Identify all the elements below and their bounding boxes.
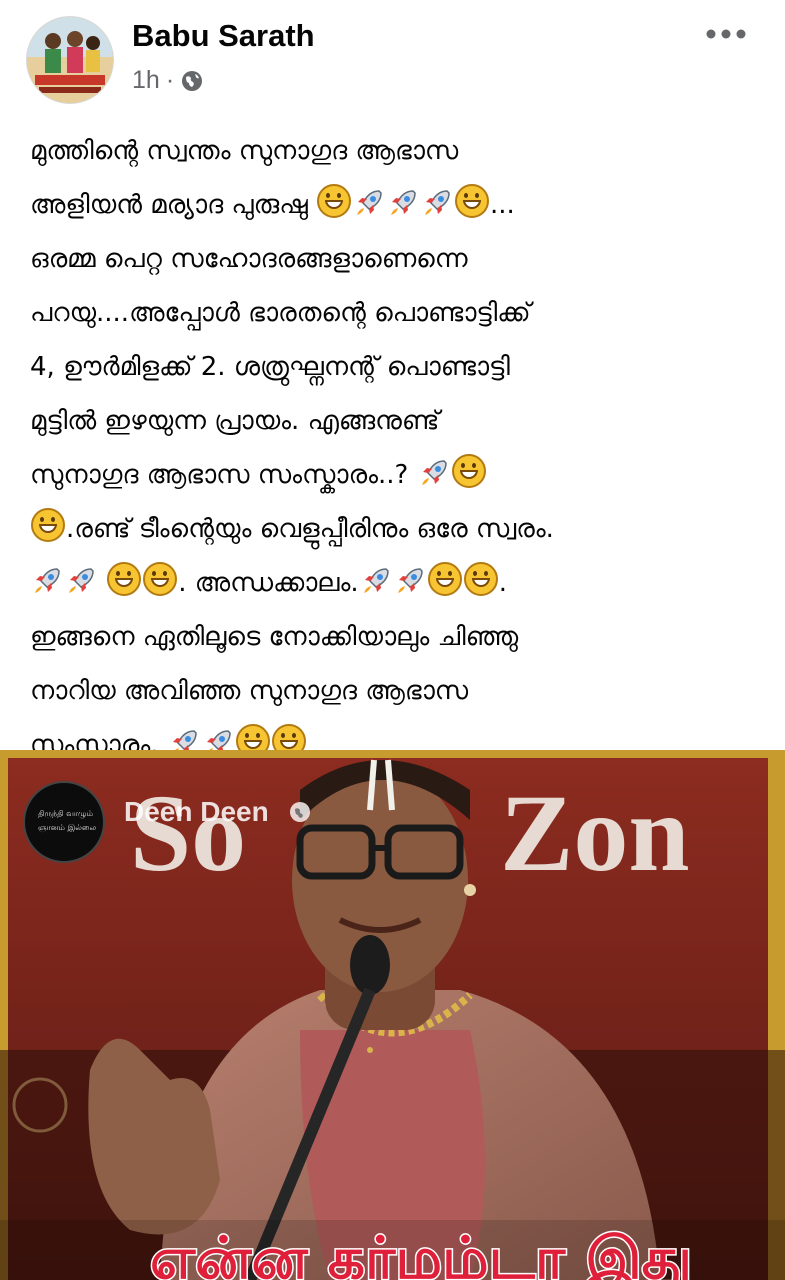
post-text-segment: മുത്തിന്റെ സ്വന്തം സുനാഗുദ ആഭാസ: [30, 136, 459, 166]
rocket-emoji-icon: [353, 184, 385, 216]
grinning-face-emoji-icon: [463, 562, 498, 596]
grinning-face-emoji-icon: [107, 562, 142, 596]
rocket-emoji-icon: [394, 562, 426, 594]
video-embed[interactable]: So Zon திருந்தி வாழும் ஞானம் இல்லை என்ன …: [0, 750, 785, 1280]
grinning-face-emoji-icon: [427, 562, 462, 596]
post-text-line: മുട്ടിൽ ഇഴയുന്ന പ്രായം. എങ്ങനുണ്ട്: [30, 394, 766, 448]
post-text: മുത്തിന്റെ സ്വന്തം സുനാഗുദ ആഭാസ അളിയൻ മര്…: [30, 124, 766, 772]
post-meta: 1h ·: [132, 66, 204, 95]
grinning-face-emoji-icon: [31, 508, 65, 542]
post-text-line: 4, ഊർമിളക്ക് 2. ശത്രുഘ്നനന്റ് പൊണ്ടാട്ടി: [30, 340, 766, 394]
video-frame: So Zon திருந்தி வாழும் ஞானம் இல்லை என்ன …: [0, 750, 785, 1280]
post-text-line: ഒരമ്മ പെറ്റ സഹോദരങ്ങളാണെന്നെ: [30, 232, 766, 286]
post-text-line: മുത്തിന്റെ സ്വന്തം സുനാഗുദ ആഭാസ: [30, 124, 766, 178]
post-header: Babu Sarath 1h ·: [0, 0, 785, 112]
post-text-segment: സുനാഗുദ ആഭാസ സംസ്കാരം..?: [30, 460, 417, 490]
rocket-emoji-icon: [418, 454, 450, 486]
globe-icon: [290, 802, 310, 822]
post-text-segment: അളിയൻ മര്യാദ പുരുഷു: [30, 190, 317, 220]
post-text-line: . അന്ധക്കാലം..: [30, 556, 766, 610]
rocket-emoji-icon: [31, 562, 63, 594]
post-text-segment: .: [498, 568, 507, 598]
post-time[interactable]: 1h: [132, 66, 160, 95]
rocket-emoji-icon: [65, 562, 97, 594]
post-text-segment: ...: [490, 190, 515, 220]
svg-text:திருந்தி வாழும்: திருந்தி வாழும்: [38, 809, 93, 819]
post-text-line: സുനാഗുദ ആഭാസ സംസ്കാരം..?: [30, 448, 766, 502]
rocket-emoji-icon: [360, 562, 392, 594]
grinning-face-emoji-icon: [143, 562, 178, 596]
author-name[interactable]: Babu Sarath: [132, 18, 315, 54]
video-caption: என்ன கர்மம்டா இது: [150, 1224, 692, 1280]
rocket-emoji-icon: [421, 184, 453, 216]
post-text-segment: മുട്ടിൽ ഇഴയുന്ന പ്രായം. എങ്ങനുണ്ട്: [30, 406, 440, 436]
post-text-segment: [98, 568, 106, 598]
post-text-line: ഇങ്ങനെ ഏതിലൂടെ നോക്കിയാലും ചിഞ്ഞു: [30, 610, 766, 664]
author-avatar[interactable]: [26, 16, 114, 104]
post-text-segment: . അന്ധക്കാലം.: [178, 568, 359, 598]
svg-text:Zon: Zon: [500, 772, 690, 894]
post-text-line: നാറിയ അവിഞ്ഞ സുനാഗുദ ആഭാസ: [30, 664, 766, 718]
meta-separator: ·: [165, 66, 175, 94]
channel-name: Deen Deen: [124, 796, 269, 827]
post-text-segment: ഒരമ്മ പെറ്റ സഹോദരങ്ങളാണെന്നെ: [30, 244, 468, 274]
post-text-segment: നാറിയ അവിഞ്ഞ സുനാഗുദ ആഭാസ: [30, 676, 469, 706]
post-text-line: പറയു....അപ്പോൾ ഭാരതന്റെ പൊണ്ടാട്ടിക്ക്: [30, 286, 766, 340]
grinning-face-emoji-icon: [451, 454, 486, 488]
post-text-line: .രണ്ട് ടീംന്റെയും വെളുപ്പീരിനും ഒരേ സ്വര…: [30, 502, 766, 556]
post-text-segment: .രണ്ട് ടീംന്റെയും വെളുപ്പീരിനും ഒരേ സ്വര…: [66, 514, 554, 544]
grinning-face-emoji-icon: [317, 184, 352, 218]
more-options-icon[interactable]: [704, 26, 748, 42]
post-text-segment: പറയു....അപ്പോൾ ഭാരതന്റെ പൊണ്ടാട്ടിക്ക്: [30, 298, 531, 328]
svg-text:ஞானம் இல்லை: ஞானம் இல்லை: [38, 823, 97, 833]
grinning-face-emoji-icon: [455, 184, 490, 218]
svg-text:So: So: [130, 772, 246, 894]
post-text-line: അളിയൻ മര്യാദ പുരുഷു ...: [30, 178, 766, 232]
globe-icon: [182, 70, 203, 91]
post-text-segment: ഇങ്ങനെ ഏതിലൂടെ നോക്കിയാലും ചിഞ്ഞു: [30, 622, 519, 652]
rocket-emoji-icon: [387, 184, 419, 216]
post-text-segment: 4, ഊർമിളക്ക് 2. ശത്രുഘ്നനന്റ് പൊണ്ടാട്ടി: [30, 352, 510, 382]
